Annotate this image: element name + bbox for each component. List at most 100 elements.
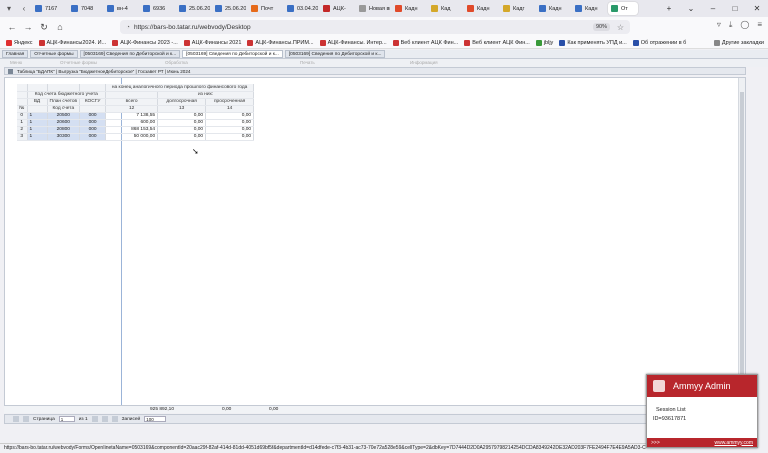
pocket-icon[interactable]: ▿ (717, 20, 721, 30)
bookmark-item[interactable]: jbljy (535, 39, 553, 46)
vertical-scrollbar[interactable] (738, 78, 745, 410)
close-window-button[interactable]: ✕ (746, 0, 768, 17)
app-tab[interactable]: Отчетные формы (30, 50, 78, 58)
forward-button[interactable]: → (20, 22, 36, 32)
browser-tab[interactable]: От (608, 2, 638, 15)
column-header: просроченная (205, 98, 255, 106)
table-icon[interactable] (8, 68, 13, 74)
browser-tab[interactable]: Новая вкл (356, 2, 390, 15)
browser-tab[interactable]: 25.06.202 (212, 2, 246, 15)
overdue-cell: 0,00 (205, 126, 255, 134)
app-tab[interactable]: [0503169] Сведения по Дебиторской и к... (284, 50, 386, 58)
column-subheader (79, 105, 107, 113)
table-row[interactable]: 1 1 20600 000 600,00 0,00 0,00 (17, 119, 255, 127)
bookmark-item[interactable]: АЦК-Финансы 2021 (183, 39, 241, 46)
browser-tab[interactable]: Кадн (572, 2, 606, 15)
menu-item[interactable]: Информация (410, 60, 438, 65)
tab-label: От (621, 5, 628, 12)
menu-item[interactable]: Обработка (165, 60, 188, 65)
minimize-button[interactable]: – (702, 0, 724, 17)
menu-icon[interactable]: ≡ (757, 20, 762, 30)
other-bookmarks[interactable]: Другие закладки (713, 39, 764, 46)
tab-favicon-icon (575, 5, 582, 12)
app-tab-bar: Главная Отчетные формы [0503169] Сведения … (0, 50, 768, 59)
refresh-button[interactable] (111, 416, 118, 422)
table-row[interactable]: 0 1 20500 000 7 138,55 0,00 0,00 (17, 112, 255, 120)
form-toolbar-text: Таблица "БДАПК" | Выгрузка "БюджетноеДеб… (17, 68, 191, 74)
browser-tab[interactable]: Кадн (464, 2, 498, 15)
bookmark-star-icon[interactable]: ☆ (617, 23, 624, 32)
zoom-indicator[interactable]: 90% (592, 23, 610, 31)
app-tab[interactable]: Главная (2, 50, 29, 58)
browser-tab[interactable]: Кад (428, 2, 462, 15)
bookmark-item[interactable]: Яндекс (6, 39, 33, 46)
table-row[interactable]: 3 1 30300 000 50 000,00 0,00 0,00 (17, 133, 255, 141)
browser-tab[interactable]: 7167 (32, 2, 66, 15)
ammyy-site-link[interactable]: www.ammyy.com (714, 440, 753, 446)
browser-tab[interactable]: АЦК- (320, 2, 354, 15)
rows-per-page-select[interactable]: 100 (144, 416, 167, 422)
column-subheader: 14 (205, 105, 255, 113)
back-button[interactable]: ← (4, 22, 20, 32)
reload-button[interactable]: ↻ (36, 22, 52, 33)
grid-header-row: Код счета бюджетного учета из них: (17, 91, 255, 99)
kosgu-cell: 000 (79, 126, 107, 134)
scrollbar-thumb[interactable] (740, 92, 744, 392)
browser-tab[interactable]: 6936 (140, 2, 174, 15)
browser-tab[interactable]: 25.06.202 (176, 2, 210, 15)
menu-item[interactable]: Отчетные формы (60, 60, 97, 65)
browser-tab[interactable]: Кадн (536, 2, 570, 15)
total-overdue: 0,00 (269, 407, 279, 412)
browser-tab[interactable]: Кадн (392, 2, 426, 15)
tab-label: 03.04.202 (297, 5, 318, 12)
grid-header-row: ВД План счетов КОСГУ всего долгосрочная проср… (17, 98, 255, 106)
page-input[interactable]: 1 (58, 416, 75, 422)
maximize-button[interactable]: □ (724, 0, 746, 17)
bookmark-item[interactable]: АЦК-Финансы2024. И... (38, 39, 106, 46)
tab-list-icon[interactable]: ▾ (3, 3, 15, 15)
table-row[interactable]: 2 1 20800 000 868 153,54 0,00 0,00 (17, 126, 255, 134)
app-tab[interactable]: [0503169] Сведения по Дебиторской и к... (182, 50, 283, 58)
menu-item[interactable]: Печать (300, 60, 315, 65)
first-page-button[interactable] (13, 416, 19, 422)
pager: Страница 1 из 1 Записей 100 (4, 414, 746, 424)
browser-tab[interactable]: Почт (248, 2, 282, 15)
mouse-cursor-icon: ➘ (192, 147, 199, 156)
bookmark-item[interactable]: АЦК-Финансы 2023 -... (112, 39, 178, 46)
kosgu-cell: 000 (79, 112, 107, 120)
ammyy-session-list[interactable]: Session List (653, 406, 751, 415)
window-controls: + ⌄ – □ ✕ (658, 0, 768, 17)
downloads-icon[interactable]: ⤓ (729, 20, 733, 30)
vd-cell: 1 (27, 112, 48, 120)
menu-item[interactable]: Меню (10, 60, 22, 65)
bookmark-item[interactable]: Как применять УПД и... (559, 39, 627, 46)
ammyy-more-button[interactable]: >>> (651, 440, 660, 446)
browser-tab[interactable]: Кадг (500, 2, 534, 15)
new-tab-button[interactable]: + (658, 0, 680, 17)
browser-tab[interactable]: 7048 (68, 2, 102, 15)
bookmark-item[interactable]: Веб клиент АЦК Фин... (392, 39, 458, 46)
bookmark-item[interactable]: АЦК-Финансы.ПРИМ... (247, 39, 314, 46)
home-button[interactable]: ⌂ (52, 22, 68, 32)
account-icon[interactable]: ◯ (740, 20, 749, 30)
browser-tab[interactable]: 03.04.202 (284, 2, 318, 15)
column-header: КОСГУ (79, 98, 107, 106)
subgroup-header: из них: (157, 91, 255, 99)
account-cell: 20500 (47, 112, 81, 120)
bookmark-item[interactable]: Об отражении в б (632, 39, 686, 46)
tab-back-icon[interactable]: ‹ (18, 3, 30, 15)
header-cell (27, 84, 48, 92)
long-term-cell: 0,00 (157, 133, 207, 141)
tab-label: 7048 (81, 5, 94, 12)
tab-label: 25.06.202 (225, 5, 246, 12)
next-page-button[interactable] (91, 416, 98, 422)
tab-favicon-icon (323, 5, 330, 12)
prev-page-button[interactable] (23, 416, 29, 422)
browser-tab[interactable]: вн-4 (104, 2, 138, 15)
bookmark-item[interactable]: Веб клиент АЦК Фин... (464, 39, 530, 46)
address-bar[interactable]: ◔ https://bars-bo.tatar.ru/webvody/Deskt… (120, 20, 630, 34)
tab-overflow-icon[interactable]: ⌄ (680, 0, 702, 17)
app-tab[interactable]: [0503169] Сведения по Дебиторской и к... (79, 50, 181, 58)
last-page-button[interactable] (101, 416, 108, 422)
bookmark-item[interactable]: АЦК-Финансы. Интер... (319, 39, 387, 46)
